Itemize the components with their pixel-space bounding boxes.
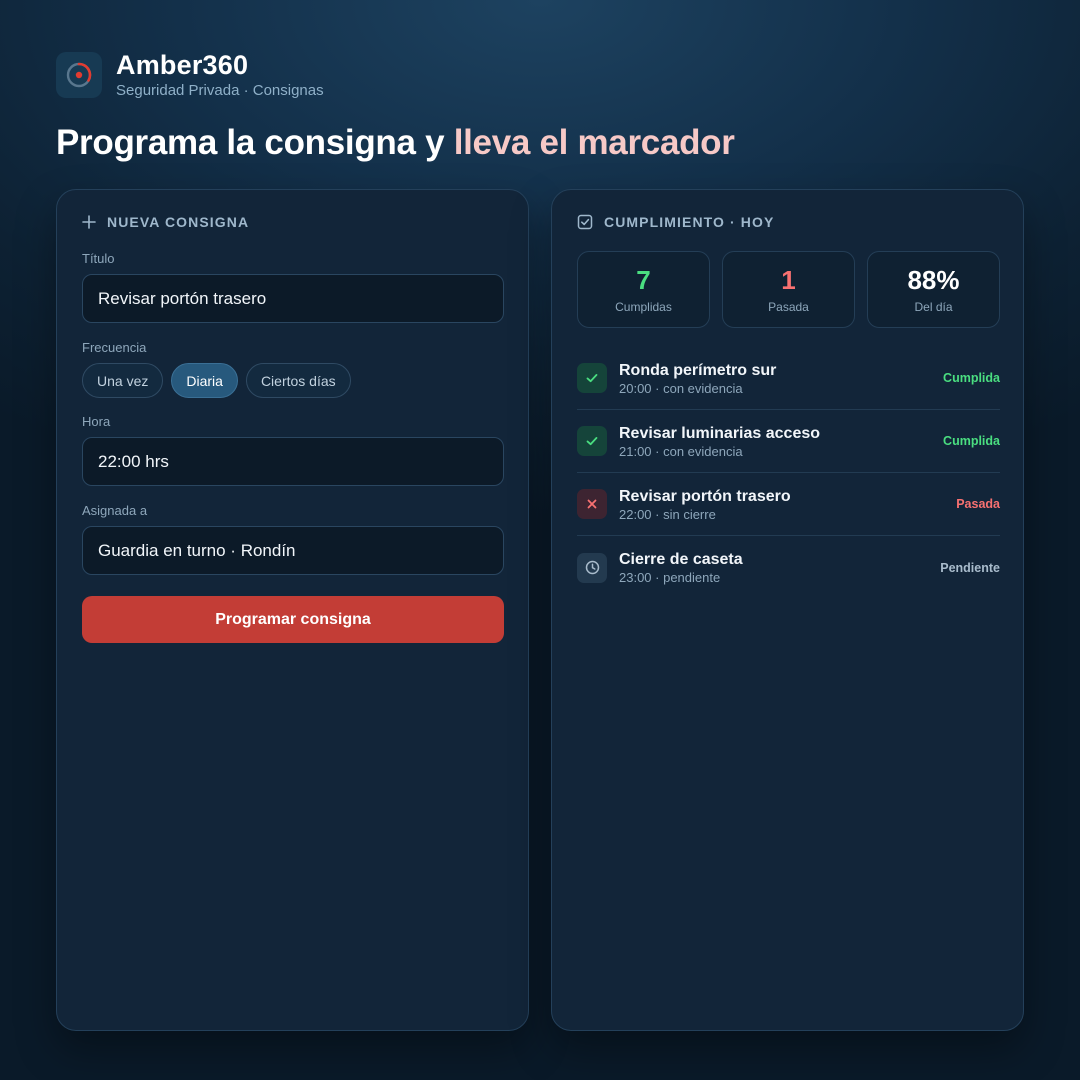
stats-row: 7 Cumplidas 1 Pasada 88% Del día — [577, 251, 1000, 328]
amber360-logo-icon — [56, 51, 102, 98]
title-input-value: Revisar portón trasero — [98, 288, 267, 308]
frequency-chip-una-vez[interactable]: Una vez — [82, 363, 164, 398]
stat-label: Del día — [914, 299, 953, 314]
task-status: Cumplida — [943, 434, 1000, 448]
task-status-icon — [577, 426, 607, 456]
task-meta: 20:00 · con evidencia — [619, 380, 743, 396]
task-name: Ronda perímetro sur — [619, 361, 777, 379]
stat-label: Cumplidas — [615, 299, 672, 314]
frequency-label: Frecuencia — [82, 340, 147, 355]
new-consigna-title: NUEVA CONSIGNA — [82, 214, 249, 230]
task-status: Cumplida — [943, 371, 1000, 385]
task-name: Revisar luminarias acceso — [619, 424, 821, 442]
checkbox-icon — [577, 214, 593, 230]
task-name: Revisar portón trasero — [619, 487, 791, 505]
app-subtitle: Seguridad Privada · Consignas — [116, 82, 324, 99]
compliance-title: CUMPLIMIENTO · HOY — [577, 214, 774, 230]
compliance-card: CUMPLIMIENTO · HOY 7 Cumplidas 1 Pasada … — [551, 189, 1024, 1031]
page-headline: Programa la consigna y lleva el marcador — [56, 123, 735, 163]
task-meta: 21:00 · con evidencia — [619, 443, 743, 459]
headline-accent: lleva el marcador — [453, 123, 735, 162]
task-status: Pasada — [956, 497, 1000, 511]
stat-value: 88% — [907, 264, 960, 295]
assigned-input[interactable]: Guardia en turno · Rondín — [82, 526, 504, 575]
task-status: Pendiente — [940, 560, 1000, 575]
check-icon — [586, 374, 598, 383]
stat-value: 1 — [781, 264, 796, 295]
plus-icon — [82, 215, 96, 229]
brand-header: Amber360 Seguridad Privada · Consignas — [56, 50, 324, 99]
task-row[interactable]: Revisar luminarias acceso 21:00 · con ev… — [577, 410, 1000, 473]
stat-label: Pasada — [768, 299, 809, 314]
task-row[interactable]: Cierre de caseta 23:00 · pendiente Pendi… — [577, 536, 1000, 599]
clock-icon — [585, 560, 599, 575]
task-status-icon — [577, 552, 607, 583]
new-consigna-label: NUEVA CONSIGNA — [107, 214, 250, 230]
task-status-icon — [577, 489, 607, 519]
app-name: Amber360 — [116, 50, 249, 80]
task-list: Ronda perímetro sur 20:00 · con evidenci… — [577, 347, 1000, 599]
x-icon — [587, 499, 597, 509]
title-input[interactable]: Revisar portón trasero — [82, 274, 504, 323]
time-label: Hora — [82, 414, 111, 429]
frequency-chip-ciertos-dias[interactable]: Ciertos días — [245, 363, 351, 398]
task-name: Cierre de caseta — [619, 551, 743, 568]
stat-del-dia: 88% Del día — [867, 251, 1000, 328]
new-consigna-card: NUEVA CONSIGNA Título Revisar portón tra… — [56, 189, 529, 1031]
compliance-label: CUMPLIMIENTO · HOY — [604, 214, 775, 230]
assigned-label: Asignada a — [82, 503, 148, 518]
stat-cumplidas: 7 Cumplidas — [577, 251, 710, 328]
task-row[interactable]: Revisar portón trasero 22:00 · sin cierr… — [577, 473, 1000, 536]
check-icon — [586, 437, 598, 446]
time-input-value: 22:00 hrs — [98, 451, 169, 471]
headline-text: Programa la consigna y — [56, 123, 454, 162]
time-input[interactable]: 22:00 hrs — [82, 437, 504, 486]
assigned-input-value: Guardia en turno · Rondín — [98, 540, 296, 560]
frequency-chip-diaria[interactable]: Diaria — [171, 363, 238, 398]
stat-value: 7 — [636, 264, 651, 295]
frequency-chips: Una vez Diaria Ciertos días — [82, 363, 359, 398]
task-meta: 22:00 · sin cierre — [619, 506, 716, 522]
programar-consigna-button[interactable]: Programar consigna — [82, 596, 504, 643]
task-status-icon — [577, 363, 607, 393]
task-meta: 23:00 · pendiente — [619, 570, 721, 585]
stat-pasada: 1 Pasada — [722, 251, 855, 328]
task-row[interactable]: Ronda perímetro sur 20:00 · con evidenci… — [577, 347, 1000, 410]
title-label: Título — [82, 251, 115, 266]
